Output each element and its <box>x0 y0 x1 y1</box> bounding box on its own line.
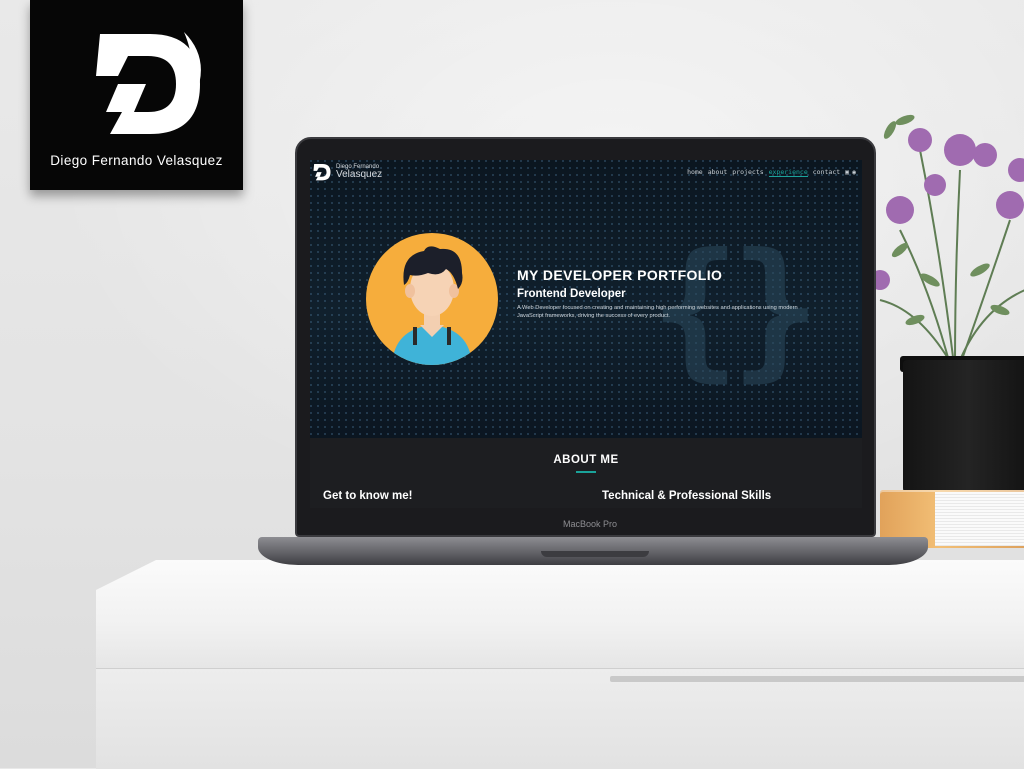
logo-caption: Diego Fernando Velasquez <box>50 153 223 168</box>
nav-projects[interactable]: projects <box>732 168 763 177</box>
plant-pot <box>903 360 1024 496</box>
df-monogram-logo <box>96 32 201 134</box>
book-pages <box>935 492 1024 546</box>
hero-subtitle: Frontend Developer <box>517 288 626 300</box>
linkedin-icon[interactable]: ▣ <box>845 168 849 177</box>
site-logo[interactable]: Diego Fernando Velasquez <box>312 163 382 181</box>
about-right-heading: Technical & Professional Skills <box>602 490 772 502</box>
avatar <box>366 233 498 365</box>
drawer-handle <box>610 676 1024 682</box>
plant-illustration <box>870 114 1024 366</box>
desk-front <box>96 668 1024 769</box>
nav-social-icons: ▣ ◉ <box>845 168 856 177</box>
developer-avatar-icon <box>392 246 472 365</box>
hero-section: {} Diego Fernando Velasquez home about p… <box>310 160 862 438</box>
nav-contact[interactable]: contact <box>813 168 840 177</box>
github-icon[interactable]: ◉ <box>852 168 856 177</box>
brand-logo-card: Diego Fernando Velasquez <box>30 0 243 190</box>
laptop-screen: {} Diego Fernando Velasquez home about p… <box>310 160 862 508</box>
laptop-model-label: MacBook Pro <box>562 519 618 529</box>
about-title: ABOUT ME <box>553 454 619 466</box>
site-nav: home about projects experience contact ▣… <box>687 168 856 177</box>
about-section: ABOUT ME Get to know me! Technical & Pro… <box>310 438 862 508</box>
df-logo-icon <box>313 163 331 181</box>
laptop-notch <box>541 551 649 557</box>
hero-description: A Web Developer focused on creating and … <box>517 305 798 319</box>
nav-home[interactable]: home <box>687 168 703 177</box>
about-left-heading: Get to know me! <box>323 490 413 502</box>
nav-experience[interactable]: experience <box>768 168 808 177</box>
hero-title: MY DEVELOPER PORTFOLIO <box>517 267 723 283</box>
site-logo-line2: Velasquez <box>336 169 383 180</box>
about-accent-bar <box>576 471 596 473</box>
nav-about[interactable]: about <box>708 168 728 177</box>
desk-top <box>96 560 1024 668</box>
site-logo-text: Diego Fernando Velasquez <box>336 164 382 180</box>
